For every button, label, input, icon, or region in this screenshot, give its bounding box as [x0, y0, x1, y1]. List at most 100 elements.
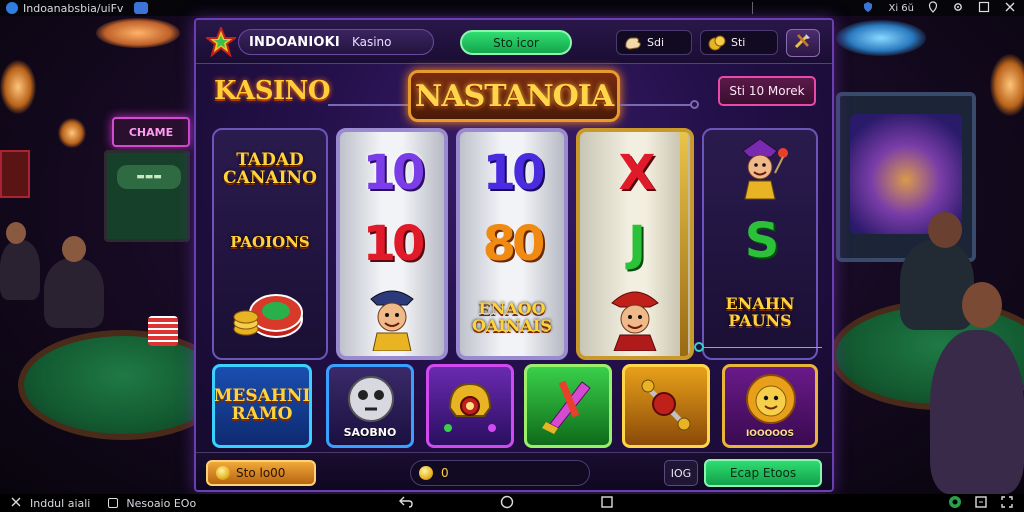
wall-sign — [0, 150, 30, 198]
symbol-number: 80 — [482, 216, 546, 272]
reel-symbol: 10 — [340, 140, 444, 206]
screenshot-icon[interactable] — [974, 495, 988, 512]
back-arrow-icon[interactable] — [10, 496, 22, 511]
ceiling-lamp — [0, 60, 36, 114]
coin-button[interactable]: Sto lo00 — [206, 460, 316, 486]
tab-icon — [134, 2, 149, 14]
reel-symbol: ENAOO OAINAIS — [460, 282, 564, 354]
player-silhouette — [930, 330, 1024, 494]
info-button[interactable]: IOG — [664, 460, 698, 486]
divider — [752, 2, 753, 14]
jester-character-icon — [725, 133, 795, 207]
reel-symbol: 80 — [460, 210, 564, 278]
window-icon[interactable] — [978, 1, 990, 16]
reel-symbol: TADAD CANAINO — [214, 138, 326, 202]
kasino-logo: KASINO — [214, 76, 331, 106]
status-right: Xi 6ŭ — [862, 0, 1016, 16]
reel-1: TADAD CANAINO PAOIONS — [212, 128, 328, 360]
reel-3: 10 80 ENAOO OAINAIS — [456, 128, 568, 360]
close-icon[interactable] — [1004, 1, 1016, 16]
player-silhouette — [44, 258, 104, 328]
recents-icon[interactable] — [600, 495, 614, 512]
gold-helmet-icon — [438, 372, 502, 440]
machine-label: ▬▬▬ — [117, 165, 181, 189]
game-top-bar: INDOANIOKI Kasino Sto icor Sdi Sti — [196, 20, 832, 64]
tools-icon — [792, 31, 814, 55]
square-icon — [108, 498, 119, 508]
reel-symbol: ENAHN PAUNS — [704, 280, 816, 346]
fullscreen-icon[interactable] — [1000, 495, 1014, 512]
screen: Indoanabsbia/uiFv Xi 6ŭ CHAME ▬▬▬ INDOAN… — [0, 0, 1024, 512]
gold-coins-icon — [706, 33, 728, 53]
lion-icon — [741, 371, 801, 433]
tile-mesahni-ramo[interactable]: MESAHNI RAMO — [212, 364, 312, 448]
reel-symbol: J — [580, 210, 690, 278]
brand-subtitle: Kasino — [351, 35, 392, 49]
spin-button[interactable]: Ecap Etoos — [704, 459, 822, 487]
store-button[interactable]: Sto icor — [460, 30, 572, 55]
tile-helmet[interactable] — [426, 364, 514, 448]
status-app: Indoanabsbia/uiFv — [6, 2, 149, 15]
chip-stack-icon — [230, 285, 310, 349]
reel-4: X J — [576, 128, 694, 360]
slot-machine-screen: ▬▬▬ — [104, 150, 190, 242]
header-divider — [620, 104, 692, 106]
coin-icon — [419, 466, 433, 480]
player-head — [62, 236, 86, 262]
game-controller-icon[interactable] — [948, 495, 962, 512]
symbol-number: 10 — [362, 216, 426, 272]
brand-pill[interactable]: INDOANIOKI Kasino — [238, 29, 434, 55]
payline — [704, 347, 822, 348]
tile-lion[interactable]: IOOOOOS — [722, 364, 818, 448]
symbol-word: ENAHN PAUNS — [725, 294, 795, 330]
balance-value: 0 — [441, 466, 449, 480]
promo-button[interactable]: Sti 10 Morek — [718, 76, 816, 106]
ceiling-lamp — [58, 118, 86, 148]
symbol-word: PAOIONS — [230, 233, 310, 252]
shield-icon — [862, 1, 874, 16]
symbol-word: TADAD CANAINO — [223, 150, 317, 188]
settings-icon[interactable] — [952, 1, 964, 16]
ceiling-lamp — [990, 54, 1024, 116]
pirate-character-icon — [600, 281, 670, 355]
tile-saobno[interactable]: SAOBNO — [326, 364, 414, 448]
tools-button[interactable] — [786, 29, 820, 57]
star-logo-icon — [204, 25, 238, 58]
nav-text-1[interactable]: Inddul aiali — [30, 497, 90, 510]
back-icon[interactable] — [398, 495, 414, 512]
balance-display: 0 — [410, 460, 590, 486]
tile-label: MESAHNI RAMO — [213, 386, 311, 424]
reel-symbol — [580, 280, 690, 356]
stat-value-1: Sdi — [647, 36, 665, 49]
reel-symbol — [340, 280, 444, 356]
symbol-word: ENAOO OAINAIS — [472, 299, 552, 335]
pirate-character-icon — [357, 281, 427, 355]
nav-left: Inddul aiali Nesoaio EOo — [10, 494, 196, 512]
app-icon — [6, 2, 18, 14]
game-title-banner: NASTANOIA — [408, 70, 620, 122]
reel-symbol — [704, 134, 816, 206]
header-divider — [328, 104, 408, 106]
tile-mace[interactable] — [622, 364, 710, 448]
game-window: INDOANIOKI Kasino Sto icor Sdi Sti KASIN… — [194, 18, 834, 492]
reel-symbol: PAOIONS — [214, 218, 326, 268]
tile-label: IOOOOOS — [745, 429, 795, 439]
home-icon[interactable] — [500, 495, 514, 512]
reel-symbol: X — [580, 140, 690, 206]
player-head — [962, 282, 1002, 328]
glove-icon — [622, 33, 644, 53]
header-dot — [690, 100, 699, 109]
nav-text-2[interactable]: Nesoaio EOo — [126, 497, 196, 510]
coin-button-label: Sto lo00 — [236, 466, 286, 480]
payline-marker — [694, 342, 704, 352]
stat-value-2: Sti — [731, 36, 746, 49]
symbol-number: 10 — [362, 145, 426, 201]
bonus-tiles: MESAHNI RAMO SAOBNO IOOOOOS — [212, 364, 820, 448]
reel-5: S ENAHN PAUNS — [702, 128, 818, 360]
player-silhouette — [900, 240, 974, 330]
navigation-bar: Inddul aiali Nesoaio EOo — [0, 494, 1024, 512]
reel-2: 10 10 — [336, 128, 448, 360]
reel-symbol — [214, 280, 326, 354]
tile-sword[interactable] — [524, 364, 612, 448]
status-time: Xi 6ŭ — [888, 2, 914, 14]
